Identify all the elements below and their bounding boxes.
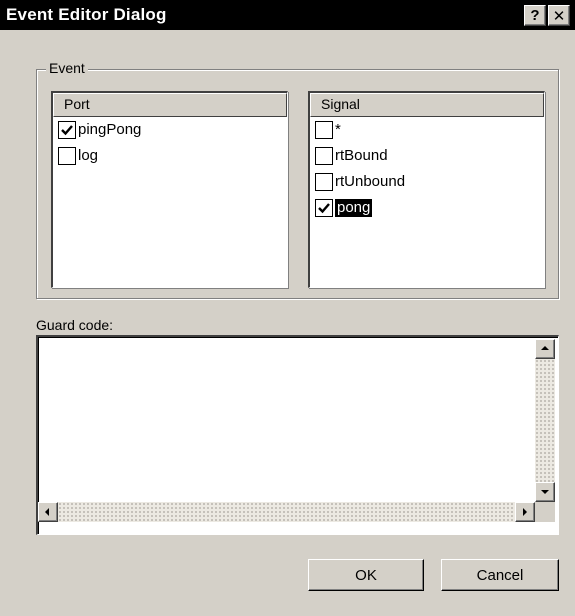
signal-label: pong	[333, 198, 374, 218]
signal-list-item-selected[interactable]: pong	[310, 195, 544, 221]
signal-list-item[interactable]: rtUnbound	[310, 169, 544, 195]
port-label: pingPong	[78, 121, 142, 138]
signal-column-header[interactable]: Signal	[310, 93, 544, 117]
cancel-button[interactable]: Cancel	[441, 559, 559, 591]
scrollbar-corner	[535, 502, 555, 522]
scroll-right-button[interactable]	[515, 502, 535, 522]
ok-button[interactable]: OK	[308, 559, 424, 591]
signal-list-item[interactable]: *	[310, 117, 544, 143]
port-label: log	[78, 147, 99, 164]
arrow-up-icon	[541, 346, 549, 350]
signal-label: *	[335, 121, 341, 138]
port-checkbox[interactable]	[58, 121, 76, 139]
checkmark-icon	[61, 125, 73, 136]
horizontal-scrollbar[interactable]	[38, 502, 535, 522]
arrow-down-icon	[541, 490, 549, 494]
signal-label: rtBound	[335, 147, 388, 164]
signal-list-item[interactable]: rtBound	[310, 143, 544, 169]
checkmark-icon	[318, 203, 330, 214]
port-list-item[interactable]: pingPong	[53, 117, 287, 143]
arrow-left-icon	[45, 508, 49, 516]
signal-checkbox[interactable]	[315, 121, 333, 139]
close-button[interactable]: ✕	[548, 5, 570, 26]
port-list[interactable]: Port pingPong log	[51, 91, 288, 288]
signal-checkbox[interactable]	[315, 199, 333, 217]
signal-checkbox[interactable]	[315, 173, 333, 191]
signal-list[interactable]: Signal * rtBound rtUnbound pong	[308, 91, 545, 288]
guard-code-label: Guard code:	[36, 317, 114, 333]
scroll-down-button[interactable]	[535, 482, 555, 502]
title-bar[interactable]: Event Editor Dialog ? ✕	[0, 0, 575, 30]
scroll-up-button[interactable]	[535, 339, 555, 359]
port-checkbox[interactable]	[58, 147, 76, 165]
event-group-label: Event	[46, 60, 88, 76]
vertical-scrollbar[interactable]	[535, 339, 555, 502]
window-title: Event Editor Dialog	[6, 5, 167, 24]
port-list-item[interactable]: log	[53, 143, 287, 169]
port-column-header[interactable]: Port	[53, 93, 287, 117]
signal-checkbox[interactable]	[315, 147, 333, 165]
signal-label: rtUnbound	[335, 173, 406, 190]
scroll-left-button[interactable]	[38, 502, 58, 522]
help-button[interactable]: ?	[524, 5, 546, 26]
arrow-right-icon	[523, 508, 527, 516]
